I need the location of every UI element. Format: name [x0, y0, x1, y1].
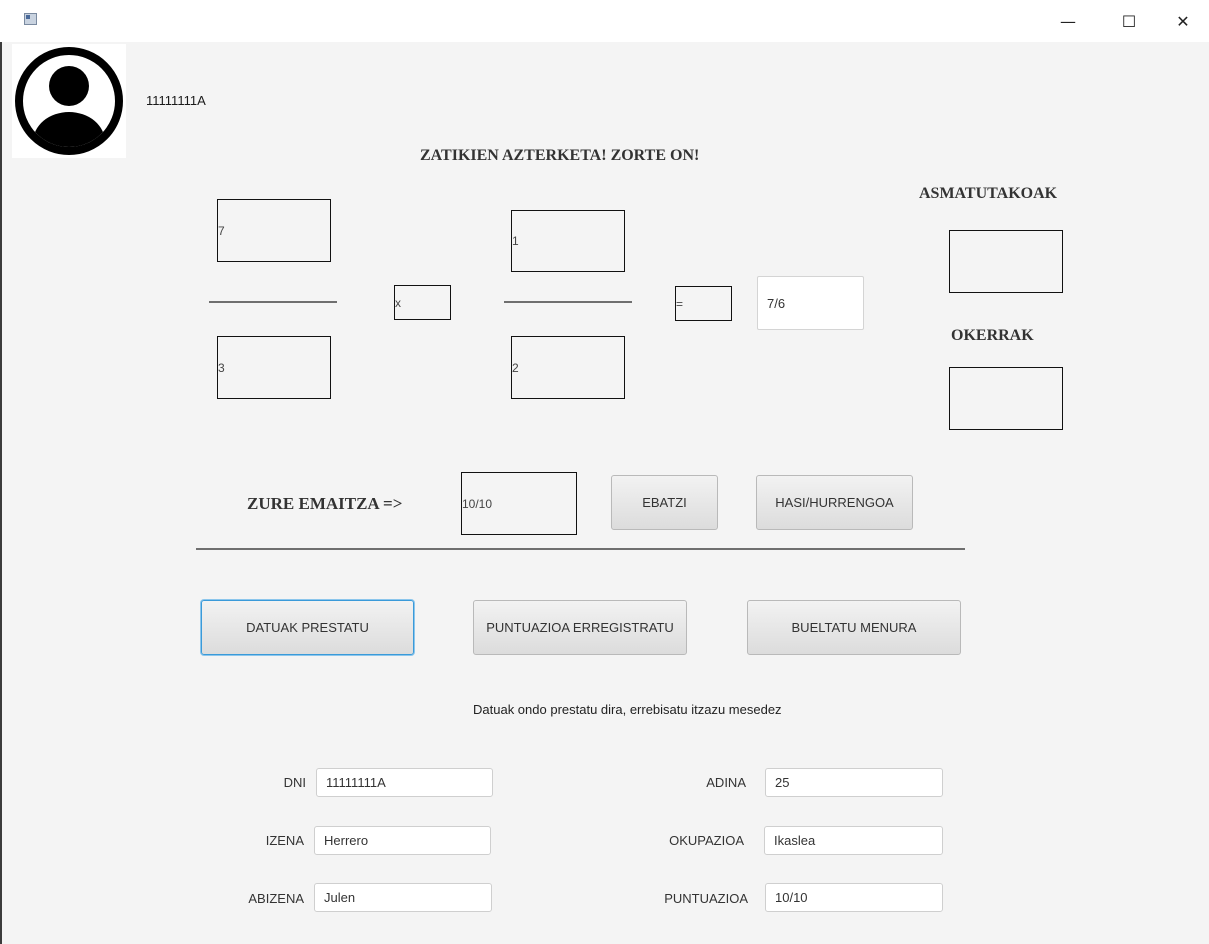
fraction1-denominator: 3 — [217, 336, 331, 399]
solve-button[interactable]: EBATZI — [611, 475, 718, 530]
puntuazioa-field[interactable]: 10/10 — [765, 883, 943, 912]
avatar — [12, 44, 126, 158]
wrong-label: OKERRAK — [951, 327, 1034, 344]
prepare-data-button[interactable]: DATUAK PRESTATU — [201, 600, 414, 655]
section-divider — [196, 548, 965, 550]
abizena-field[interactable]: Julen — [314, 883, 492, 912]
page-title: ZATIKIEN AZTERKETA! ZORTE ON! — [420, 147, 700, 164]
window-titlebar — [0, 0, 1209, 42]
register-score-button[interactable]: PUNTUAZIOA ERREGISTRATU — [473, 600, 687, 655]
back-to-menu-button[interactable]: BUELTATU MENURA — [747, 600, 961, 655]
adina-field[interactable]: 25 — [765, 768, 943, 797]
your-result-box: 10/10 — [461, 472, 577, 535]
fraction1-numerator: 7 — [217, 199, 331, 262]
adina-label: ADINA — [706, 775, 746, 790]
app-icon — [24, 13, 37, 25]
izena-field[interactable]: Herrero — [314, 826, 491, 855]
fraction2-denominator: 2 — [511, 336, 625, 399]
answer-field[interactable]: 7/6 — [757, 276, 864, 330]
operator-box: x — [394, 285, 451, 320]
close-button[interactable]: ✕ — [1160, 0, 1206, 42]
dni-field[interactable]: 11111111A — [316, 768, 493, 797]
okupazioa-field[interactable]: Ikaslea — [764, 826, 943, 855]
abizena-label: ABIZENA — [248, 891, 304, 906]
user-id-label: 11111111A — [146, 93, 206, 108]
fraction2-bar — [504, 301, 632, 303]
wrong-count-box — [949, 367, 1063, 430]
fraction2-numerator: 1 — [511, 210, 625, 272]
user-avatar-icon — [15, 47, 123, 155]
puntuazioa-label: PUNTUAZIOA — [664, 891, 748, 906]
window-border — [0, 42, 2, 944]
minimize-button[interactable]: — — [1045, 0, 1091, 42]
correct-label: ASMATUTAKOAK — [919, 185, 1058, 202]
equals-box: = — [675, 286, 732, 321]
dni-label: DNI — [283, 775, 306, 790]
start-next-button[interactable]: HASI/HURRENGOA — [756, 475, 913, 530]
fraction1-bar — [209, 301, 337, 303]
status-message: Datuak ondo prestatu dira, errebisatu it… — [473, 702, 782, 717]
your-result-label: ZURE EMAITZA => — [247, 494, 403, 513]
okupazioa-label: OKUPAZIOA — [669, 833, 744, 848]
maximize-button[interactable]: ☐ — [1106, 0, 1152, 42]
izena-label: IZENA — [265, 833, 304, 848]
correct-count-box — [949, 230, 1063, 293]
